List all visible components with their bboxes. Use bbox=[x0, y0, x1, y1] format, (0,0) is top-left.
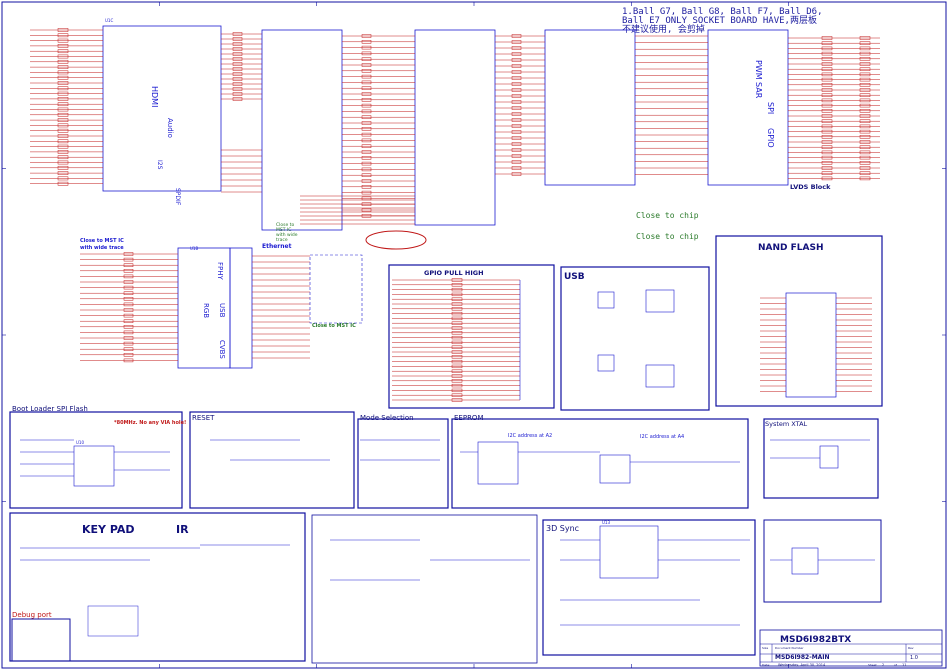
main-ic-left: U1C HDMI Audio I2S SPDIF bbox=[102, 18, 222, 206]
keypad-box bbox=[9, 512, 306, 662]
sync3d-label: 3D Sync bbox=[546, 524, 579, 533]
side-label-rgb: RGB bbox=[202, 303, 210, 318]
lvds-block-label: LVDS Block bbox=[790, 183, 831, 191]
eeprom-label: EEPROM bbox=[454, 414, 483, 422]
ir-label: IR bbox=[176, 523, 189, 536]
svg-text:of: of bbox=[894, 663, 898, 667]
highlight-ellipse bbox=[365, 230, 427, 250]
title-block: MSD6I982BTX Size Document Number MSD6I98… bbox=[759, 629, 943, 667]
nand-chip bbox=[785, 292, 837, 398]
debug-label: Debug port bbox=[12, 611, 52, 619]
schematic-sheet: 1.Ball G7, Ball G8, Ball F7, Ball D6, Ba… bbox=[1, 1, 947, 669]
svg-text:U10: U10 bbox=[76, 440, 84, 445]
ethernet-label: Ethernet bbox=[262, 243, 292, 250]
side-label-cvbs: CVBS bbox=[218, 340, 226, 359]
svg-text:U13: U13 bbox=[602, 520, 610, 525]
svg-text:Sheet: Sheet bbox=[868, 663, 877, 667]
svg-text:Size: Size bbox=[762, 646, 768, 650]
pins-left bbox=[30, 28, 262, 193]
usb-label: USB bbox=[564, 272, 585, 282]
side-label-gpio: GPIO bbox=[766, 128, 775, 148]
usb-box bbox=[560, 266, 710, 411]
sysxtal-box bbox=[763, 418, 879, 499]
boot-note: *80MHz. No any VIA hole! bbox=[114, 420, 186, 426]
header-note-3: 不建议使用, 会剪掉 bbox=[622, 23, 705, 35]
debug-box bbox=[11, 618, 71, 662]
side-label-i2s: I2S bbox=[156, 160, 163, 170]
doc-number: MSD6I982-MAIN bbox=[775, 654, 830, 661]
transistor-box bbox=[311, 514, 538, 664]
side-label-audio: Audio bbox=[166, 118, 174, 138]
side-label-fphy: FPHY bbox=[216, 262, 224, 281]
note-close-chip-2: Close to chip bbox=[636, 232, 699, 241]
pins-right bbox=[788, 36, 880, 181]
note-close-chip-1: Close to chip bbox=[636, 211, 699, 220]
keypad-label: KEY PAD bbox=[82, 523, 135, 536]
mode-label: Mode Selection bbox=[360, 414, 414, 422]
gpio-pull-box bbox=[388, 264, 555, 409]
side-label-pwm: PWM bbox=[754, 60, 763, 80]
note-close-mst-2: with wide trace bbox=[80, 245, 124, 251]
date-value: Wednesday, April 30, 2014 bbox=[778, 663, 826, 667]
i2c-a2-note: I2C address at A2 bbox=[508, 433, 552, 439]
note-close-mst-1: Close to MST IC bbox=[80, 238, 124, 244]
sysxtal-label: System XTAL bbox=[765, 420, 808, 428]
usb-parts bbox=[597, 289, 675, 388]
boot-label: Boot Loader SPI Flash bbox=[12, 405, 88, 413]
of-value: 11 bbox=[902, 663, 906, 667]
svg-text:U1B: U1B bbox=[190, 246, 198, 251]
side-label-sar: SAR bbox=[754, 82, 763, 99]
mode-box bbox=[357, 418, 449, 509]
title-text: MSD6I982BTX bbox=[780, 635, 851, 645]
gpio-pull-label: GPIO PULL HIGH bbox=[424, 269, 484, 277]
i2c-a4-note: I2C address at A4 bbox=[640, 434, 684, 440]
note-close-mst-eth: Close to MST IC bbox=[312, 323, 356, 329]
border-ticks bbox=[2, 2, 946, 668]
svg-text:Date:: Date: bbox=[762, 663, 770, 667]
regulator-box bbox=[763, 519, 882, 603]
sheet-value: 2 bbox=[882, 663, 884, 667]
gpio-resistors bbox=[392, 278, 521, 402]
side-label-hdmi: HDMI bbox=[150, 86, 159, 107]
video-ic: U1B RGB USB CVBS FPHY bbox=[177, 246, 253, 369]
boot-box bbox=[9, 411, 183, 509]
side-label-spdif: SPDIF bbox=[174, 188, 181, 206]
nand-pins bbox=[760, 297, 872, 392]
svg-text:Rev: Rev bbox=[908, 646, 914, 650]
side-label-usb: USB bbox=[218, 303, 226, 318]
sheet-border bbox=[1, 1, 947, 669]
pins-video bbox=[80, 252, 310, 363]
svg-text:U1C: U1C bbox=[105, 18, 113, 23]
svg-text:Document Number: Document Number bbox=[775, 646, 804, 650]
pins-center bbox=[300, 34, 708, 225]
note-close-to-4: trace bbox=[276, 237, 288, 243]
nand-label: NAND FLASH bbox=[758, 243, 824, 253]
rev-value: 1.0 bbox=[910, 655, 918, 661]
reset-label: RESET bbox=[192, 414, 215, 422]
side-label-spi: SPI bbox=[766, 102, 775, 114]
